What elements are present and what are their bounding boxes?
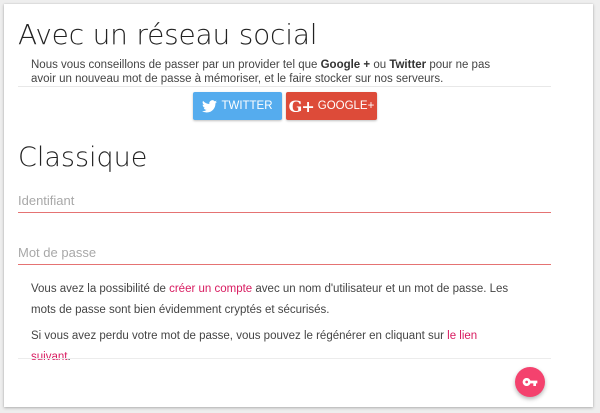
social-intro-text: Nous vous conseillons de passer par un p… (31, 59, 491, 85)
google-login-button[interactable]: g+ GOOGLE+ (286, 92, 377, 120)
reset-password-text: Si vous avez perdu votre mot de passe, v… (31, 330, 478, 363)
username-input[interactable] (18, 188, 551, 213)
key-icon (522, 374, 538, 390)
twitter-button-label: TWITTER (221, 100, 273, 112)
social-title: Avec un réseau social (18, 18, 318, 51)
google-button-label: GOOGLE+ (317, 100, 375, 112)
password-input[interactable] (18, 240, 551, 265)
divider (18, 358, 551, 359)
twitter-icon (202, 99, 218, 113)
create-account-link[interactable]: créer un compte (169, 283, 252, 295)
google-plus-icon: g+ (288, 96, 315, 116)
register-info-text: Vous avez la possibilité de créer un com… (31, 283, 509, 316)
divider (18, 86, 551, 87)
login-button[interactable] (515, 367, 545, 397)
classic-title: Classique (18, 142, 148, 173)
login-card: Avec un réseau social Nous vous conseill… (4, 4, 593, 407)
twitter-login-button[interactable]: TWITTER (193, 92, 282, 120)
